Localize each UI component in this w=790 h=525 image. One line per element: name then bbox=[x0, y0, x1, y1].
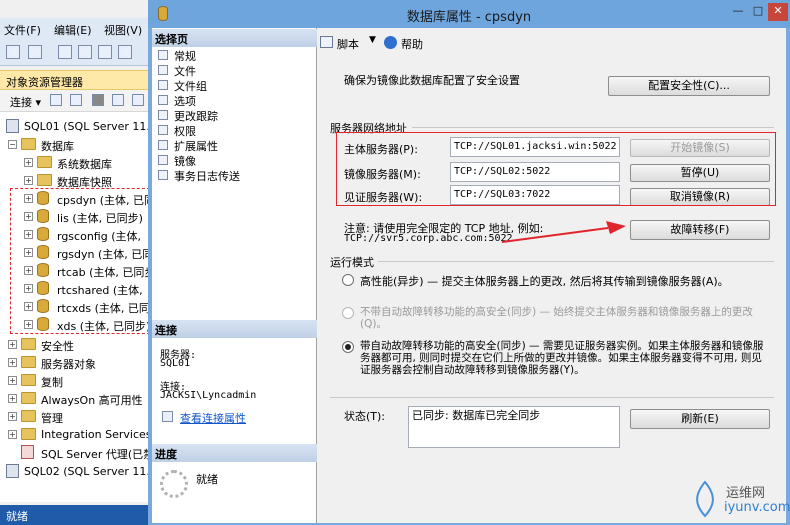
connection-properties-icon bbox=[162, 411, 173, 422]
mode-high-safety-no-failover-label: 不带自动故障转移功能的高安全(同步) — 始终提交主体服务器和镜像服务器上的更改… bbox=[360, 306, 753, 330]
object-explorer-toolbar: 连接 ▾ bbox=[0, 90, 148, 112]
menu-edit[interactable]: 编辑(E) bbox=[54, 22, 92, 38]
script-dropdown-arrow[interactable]: ▼ bbox=[369, 35, 376, 45]
menu-view[interactable]: 视图(V) bbox=[104, 22, 142, 38]
ssms-menu-bar: 文件(F) 编辑(E) 视图(V) bbox=[0, 18, 148, 40]
connection-value: JACKSI\Lyncadmin bbox=[160, 390, 257, 401]
refresh-button[interactable]: 刷新(E) bbox=[630, 409, 770, 429]
menu-file[interactable]: 文件(F) bbox=[4, 22, 41, 38]
page-icon bbox=[158, 155, 168, 165]
mode-high-safety-no-failover-radio[interactable] bbox=[342, 307, 354, 319]
ssms-status-text: 就绪 bbox=[6, 510, 28, 523]
help-button[interactable]: 帮助 bbox=[401, 36, 423, 52]
dialog-title: 数据库属性 - cpsdyn bbox=[406, 10, 532, 25]
server-icon bbox=[6, 464, 19, 478]
close-button[interactable]: ✕ bbox=[768, 3, 788, 21]
progress-spinner-icon bbox=[160, 470, 188, 498]
mode-high-safety-failover-label: 带自动故障转移功能的高安全(同步) — 需要见证服务器实例。如果主体服务器和镜像… bbox=[360, 340, 764, 376]
select-page-header: 选择页 bbox=[152, 29, 317, 47]
ssms-status-bar: 就绪 bbox=[0, 505, 148, 525]
page-icon bbox=[158, 50, 168, 60]
folder-icon bbox=[21, 338, 36, 350]
folder-icon bbox=[37, 174, 52, 186]
group-divider bbox=[412, 127, 774, 128]
page-icon bbox=[158, 80, 168, 90]
minimize-button[interactable]: — bbox=[728, 3, 748, 21]
page-icon bbox=[158, 110, 168, 120]
server-icon bbox=[6, 119, 19, 133]
connect-label: 连接 bbox=[10, 96, 32, 109]
folder-icon bbox=[21, 138, 36, 150]
script-button[interactable]: 脚本 bbox=[337, 36, 359, 52]
page-icon bbox=[158, 140, 168, 150]
folder-icon bbox=[37, 156, 52, 168]
save-all-icon[interactable] bbox=[118, 45, 132, 59]
refresh-icon[interactable] bbox=[132, 94, 144, 106]
mode-high-performance-radio[interactable] bbox=[342, 274, 354, 286]
connection-header: 连接 bbox=[152, 320, 317, 338]
new-query-icon[interactable] bbox=[6, 45, 20, 59]
operating-mode-group-label: 运行模式 bbox=[330, 256, 374, 269]
dialog-toolbar: 脚本 ▼ 帮助 bbox=[318, 30, 786, 56]
new-file-icon[interactable] bbox=[28, 45, 42, 59]
ssms-toolbar bbox=[0, 40, 148, 66]
watermark-text: 运维网 bbox=[726, 486, 766, 501]
page-icon bbox=[158, 170, 168, 180]
page-icon bbox=[158, 125, 168, 135]
disconnect-icon[interactable] bbox=[70, 94, 82, 106]
folder-icon bbox=[21, 392, 36, 404]
mode-high-safety-failover-radio[interactable] bbox=[342, 341, 354, 353]
connect-icon[interactable] bbox=[50, 94, 62, 106]
progress-status: 就绪 bbox=[196, 473, 218, 486]
dialog-title-bar[interactable]: 数据库属性 - cpsdyn bbox=[148, 0, 790, 28]
note-line-2: TCP://svr5.corp.abc.com:5022 bbox=[344, 233, 513, 244]
agent-icon bbox=[21, 445, 34, 459]
status-value: 已同步: 数据库已完全同步 bbox=[408, 406, 620, 448]
stop-icon[interactable] bbox=[92, 94, 104, 106]
open-folder-icon[interactable] bbox=[78, 45, 92, 59]
save-icon[interactable] bbox=[98, 45, 112, 59]
progress-header: 进度 bbox=[152, 444, 317, 462]
server-value: SQL01 bbox=[160, 358, 191, 369]
help-icon bbox=[384, 36, 397, 49]
filter-icon[interactable] bbox=[112, 94, 124, 106]
folder-icon bbox=[21, 410, 36, 422]
connect-button[interactable]: 连接 ▾ bbox=[10, 94, 41, 110]
object-explorer-title-text: 对象资源管理器 bbox=[6, 76, 83, 89]
failover-button[interactable]: 故障转移(F) bbox=[630, 220, 770, 240]
highlight-box-databases bbox=[10, 188, 150, 334]
page-icon bbox=[158, 95, 168, 105]
script-icon bbox=[320, 36, 333, 48]
mode-high-performance-label: 高性能(异步) — 提交主体服务器上的更改, 然后将其传输到镜像服务器(A)。 bbox=[360, 275, 729, 288]
watermark-url: iyunv.com bbox=[724, 500, 790, 515]
maximize-button[interactable]: □ bbox=[748, 3, 768, 21]
highlight-box-network-addresses bbox=[336, 132, 776, 206]
group-divider bbox=[378, 261, 774, 262]
watermark-flame-icon bbox=[696, 480, 714, 518]
security-text: 确保为镜像此数据库配置了安全设置 bbox=[344, 74, 520, 87]
red-arrow-annotation bbox=[501, 221, 626, 243]
new-icon[interactable] bbox=[58, 45, 72, 59]
view-connection-properties-link[interactable]: 查看连接属性 bbox=[180, 410, 246, 426]
status-divider bbox=[330, 397, 774, 398]
configure-security-button[interactable]: 配置安全性(C)... bbox=[608, 76, 770, 96]
folder-icon bbox=[21, 428, 36, 440]
folder-icon bbox=[21, 356, 36, 368]
folder-icon bbox=[21, 374, 36, 386]
page-icon bbox=[158, 65, 168, 75]
watermark-logo: 运维网 iyunv.com bbox=[690, 478, 790, 520]
object-explorer-title: 对象资源管理器 bbox=[0, 70, 148, 90]
status-label: 状态(T): bbox=[344, 410, 386, 423]
